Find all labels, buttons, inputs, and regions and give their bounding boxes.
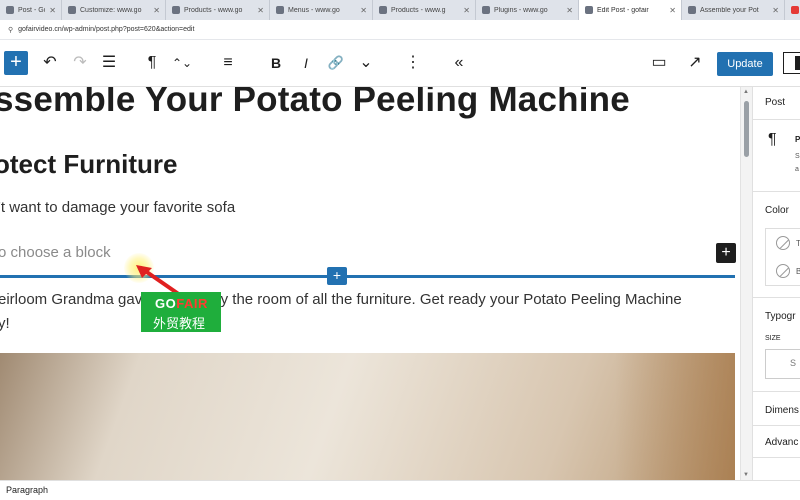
font-size-label: SIZE xyxy=(765,335,781,342)
collapse-icon[interactable]: « xyxy=(448,53,470,73)
options-icon[interactable]: ⋮ xyxy=(403,53,423,73)
site-info-icon[interactable]: ⚲ xyxy=(8,26,13,34)
italic-button[interactable]: I xyxy=(296,53,316,73)
close-icon[interactable]: ✕ xyxy=(463,6,470,15)
scroll-down-icon[interactable]: ▼ xyxy=(743,472,749,478)
preview-icon[interactable]: ▭ xyxy=(648,53,670,73)
browser-tab[interactable]: Products - www.go ✕ xyxy=(166,0,270,20)
favicon-icon xyxy=(585,6,593,14)
chevron-down-icon[interactable]: ⌄ xyxy=(356,53,376,73)
url-text: gofairvideo.cn/wp-admin/post.php?post=62… xyxy=(18,26,195,33)
scrollbar-thumb[interactable] xyxy=(744,101,749,157)
update-button[interactable]: Update xyxy=(717,52,773,76)
editor-canvas: ssemble Your Potato Peeling Machine otec… xyxy=(0,87,740,480)
tab-post[interactable]: Post xyxy=(765,97,785,108)
advanced-panel-heading[interactable]: Advanc xyxy=(765,437,798,448)
paragraph-line: y! xyxy=(0,315,10,332)
undo-icon[interactable]: ↶ xyxy=(40,53,60,73)
paragraph-line: eirloom Grandma gave you, empty the room… xyxy=(0,291,682,308)
color-panel-heading[interactable]: Color xyxy=(765,205,789,216)
watermark-logo: GOFAIR 外贸教程 xyxy=(141,292,221,332)
settings-sidebar: Post ¶ P S a Color T B Typogr SIZE S Dim… xyxy=(752,87,800,480)
favicon-icon xyxy=(172,6,180,14)
background-color-swatch-icon[interactable] xyxy=(776,264,790,278)
move-up-down-icon[interactable]: ⌃⌄ xyxy=(171,53,193,73)
close-icon[interactable]: ✕ xyxy=(669,6,676,15)
favicon-icon xyxy=(379,6,387,14)
browser-tab[interactable]: Products - www.g ✕ xyxy=(373,0,476,20)
browser-tab[interactable]: Plugins - www.go ✕ xyxy=(476,0,579,20)
breadcrumb-item-paragraph[interactable]: Paragraph xyxy=(6,485,48,495)
canvas-scrollbar[interactable]: ▲ ▼ xyxy=(740,87,752,480)
scroll-up-icon[interactable]: ▲ xyxy=(743,89,749,95)
browser-tab-strip: Post - Go ✕ Customize: www.go ✕ Products -… xyxy=(0,0,800,20)
close-icon[interactable]: ✕ xyxy=(566,6,573,15)
block-card-description: S xyxy=(795,153,800,160)
favicon-icon xyxy=(6,6,14,14)
favicon-icon xyxy=(482,6,490,14)
block-inserter-button[interactable]: + xyxy=(4,51,28,75)
browser-tab-active[interactable]: Edit Post - gofair ✕ xyxy=(579,0,682,20)
browser-tab[interactable]: Assemble your Pot ✕ xyxy=(682,0,785,20)
align-icon[interactable]: ≡ xyxy=(218,53,238,73)
address-bar[interactable]: ⚲ gofairvideo.cn/wp-admin/post.php?post=… xyxy=(0,20,800,40)
browser-tab[interactable]: Post - Go ✕ xyxy=(0,0,62,20)
editor-toolbar: + ↶ ↷ ☰ ¶ ⌃⌄ ≡ B I 🔗 ⌄ ⋮ « ▭ ↗ Update xyxy=(0,40,800,87)
block-inserter-line xyxy=(0,275,735,278)
link-icon[interactable]: 🔗 xyxy=(324,53,348,73)
heading-block[interactable]: otect Furniture xyxy=(0,149,177,180)
redo-icon[interactable]: ↷ xyxy=(70,53,90,73)
paragraph-icon[interactable]: ¶ xyxy=(142,53,162,73)
color-settings-box: T B xyxy=(765,228,800,286)
empty-block-placeholder[interactable]: o choose a block xyxy=(0,244,111,261)
close-icon[interactable]: ✕ xyxy=(772,6,779,15)
inline-inserter-button[interactable]: + xyxy=(327,267,347,285)
block-breadcrumb: Paragraph xyxy=(0,480,800,500)
list-view-icon[interactable]: ☰ xyxy=(99,53,119,73)
block-card-title: P xyxy=(795,135,800,144)
external-link-icon[interactable]: ↗ xyxy=(684,53,706,73)
favicon-icon xyxy=(688,6,696,14)
browser-tab[interactable]: Customize: www.go ✕ xyxy=(62,0,166,20)
settings-icon[interactable] xyxy=(783,52,800,74)
paragraph-block-selected[interactable]: eirloom Grandma gave you, empty the room… xyxy=(0,288,738,336)
favicon-icon xyxy=(68,6,76,14)
youtube-icon xyxy=(791,6,799,14)
dimensions-panel-heading[interactable]: Dimens xyxy=(765,405,799,416)
block-card-description: a xyxy=(795,166,799,173)
close-icon[interactable]: ✕ xyxy=(153,6,160,15)
bold-button[interactable]: B xyxy=(266,53,286,73)
favicon-icon xyxy=(276,6,284,14)
image-block[interactable] xyxy=(0,353,735,480)
add-block-button[interactable]: + xyxy=(716,243,736,263)
browser-tab[interactable]: 油管 xyxy=(785,0,800,20)
text-color-swatch-icon[interactable] xyxy=(776,236,790,250)
close-icon[interactable]: ✕ xyxy=(49,6,56,15)
paragraph-block-icon: ¶ xyxy=(768,131,777,148)
close-icon[interactable]: ✕ xyxy=(257,6,264,15)
paragraph-block[interactable]: 't want to damage your favorite sofa xyxy=(0,199,235,216)
close-icon[interactable]: ✕ xyxy=(360,6,367,15)
post-title[interactable]: ssemble Your Potato Peeling Machine xyxy=(0,87,630,120)
browser-tab[interactable]: Menus - www.go ✕ xyxy=(270,0,373,20)
typography-panel-heading[interactable]: Typogr xyxy=(765,311,796,322)
font-size-picker[interactable]: S xyxy=(765,349,800,379)
